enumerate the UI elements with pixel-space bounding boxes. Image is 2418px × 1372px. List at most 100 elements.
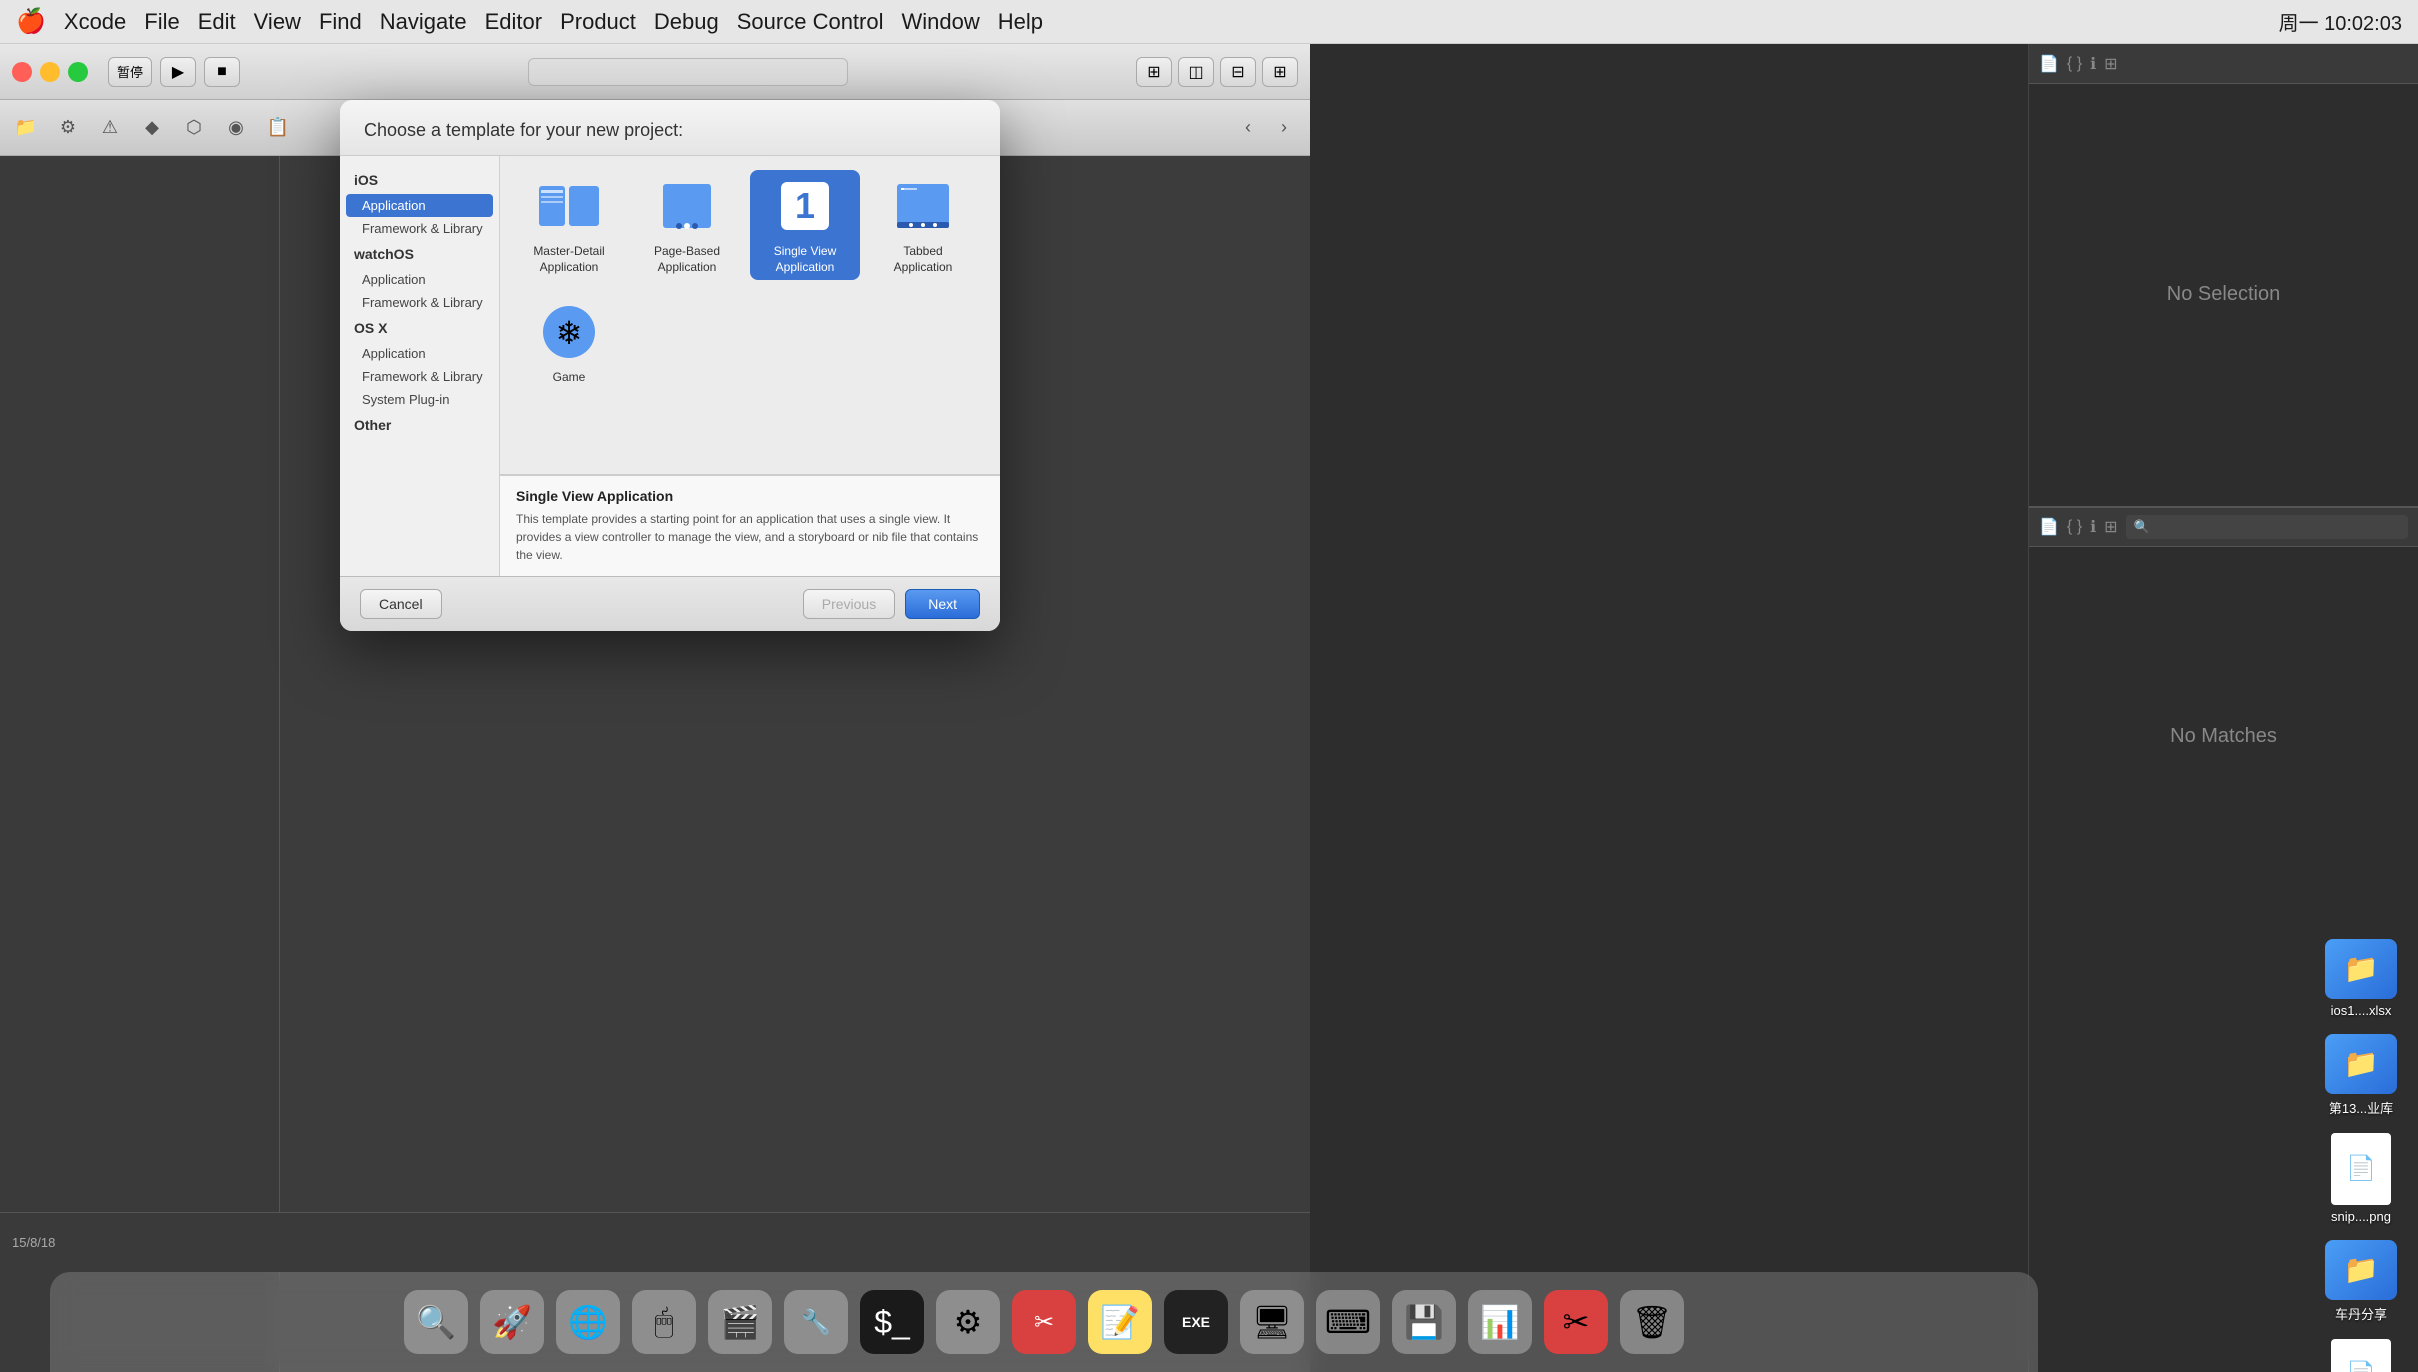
fb-icon-4[interactable]: ⊞ xyxy=(2104,517,2117,537)
desktop-item-2[interactable]: 📁 第13...业库 xyxy=(2316,1034,2406,1117)
template-tabbed[interactable]: Tabbed Application xyxy=(868,170,978,280)
menu-time: 周一 10:02:03 xyxy=(2279,7,2402,36)
category-watchos-application[interactable]: Application xyxy=(340,268,499,291)
category-watchos[interactable]: watchOS xyxy=(340,240,499,268)
scheme-selector[interactable] xyxy=(528,58,848,86)
dock-terminal[interactable]: $_ xyxy=(860,1290,924,1354)
menu-help[interactable]: Help xyxy=(998,9,1043,35)
nav-icon-test[interactable]: ◆ xyxy=(136,112,168,144)
template-dialog: Choose a template for your new project: … xyxy=(340,100,1000,631)
inspector-layout-icon[interactable]: ⊞ xyxy=(2104,54,2117,74)
nav-icon-source[interactable]: ⚙ xyxy=(52,112,84,144)
menu-find[interactable]: Find xyxy=(319,9,362,35)
nav-icon-debug[interactable]: ⬡ xyxy=(178,112,210,144)
inspector-code-icon[interactable]: { } xyxy=(2067,55,2082,73)
category-sidebar: iOS Application Framework & Library watc… xyxy=(340,156,500,576)
menu-product[interactable]: Product xyxy=(560,9,636,35)
fb-icon-3[interactable]: ℹ xyxy=(2090,517,2096,537)
nav-icon-bp[interactable]: ◉ xyxy=(220,112,252,144)
template-grid: Master-Detail Application Page-Based App… xyxy=(500,156,1000,475)
file-browser-toolbar: 📄 { } ℹ ⊞ 🔍 xyxy=(2029,507,2418,547)
template-page-based[interactable]: Page-Based Application xyxy=(632,170,742,280)
category-other[interactable]: Other xyxy=(340,411,499,439)
template-area: Master-Detail Application Page-Based App… xyxy=(500,156,1000,576)
dock-tools[interactable]: 🔧 xyxy=(784,1290,848,1354)
navigator-toggle[interactable]: ⊞ xyxy=(1136,57,1172,87)
dock-finder[interactable]: 🔍 xyxy=(404,1290,468,1354)
master-detail-icon xyxy=(537,174,601,238)
desktop-item-3[interactable]: 📄 snip....png xyxy=(2316,1133,2406,1224)
assistant-toggle[interactable]: ⊟ xyxy=(1220,57,1256,87)
stop-button[interactable]: ■ xyxy=(204,57,240,87)
dock-movie[interactable]: 🎬 xyxy=(708,1290,772,1354)
tabbed-label: Tabbed Application xyxy=(876,244,970,275)
run-button[interactable]: ▶ xyxy=(160,57,196,87)
inspector-info-icon[interactable]: ℹ xyxy=(2090,54,2096,74)
svg-text:❄: ❄ xyxy=(556,315,583,351)
template-single-view[interactable]: 1 Single View Application xyxy=(750,170,860,280)
menu-window[interactable]: Window xyxy=(902,9,980,35)
category-ios-application[interactable]: Application xyxy=(346,194,493,217)
menubar: 🍎 Xcode File Edit View Find Navigate Edi… xyxy=(0,0,2418,44)
no-selection-label: No Selection xyxy=(2167,283,2280,306)
pause-button[interactable]: 暂停 xyxy=(108,57,152,87)
category-ios-framework[interactable]: Framework & Library xyxy=(340,217,499,240)
dock-launchpad[interactable]: 🚀 xyxy=(480,1290,544,1354)
status-bar: 15/8/18 xyxy=(0,1212,1310,1272)
close-button[interactable] xyxy=(12,62,32,82)
menu-source-control[interactable]: Source Control xyxy=(737,9,884,35)
desktop-item-1[interactable]: 📁 ios1....xlsx xyxy=(2316,939,2406,1018)
menu-view[interactable]: View xyxy=(254,9,301,35)
desktop-item-4[interactable]: 📁 车丹分享 xyxy=(2316,1240,2406,1323)
menu-debug[interactable]: Debug xyxy=(654,9,719,35)
dock-xmind[interactable]: ✂ xyxy=(1012,1290,1076,1354)
inspector-file-icon[interactable]: 📄 xyxy=(2039,54,2059,74)
nav-back[interactable]: ‹ xyxy=(1232,112,1264,144)
template-master-detail[interactable]: Master-Detail Application xyxy=(514,170,624,280)
dock-screen[interactable]: 🖥 xyxy=(1240,1290,1304,1354)
left-panel xyxy=(0,156,280,1372)
category-osx-application[interactable]: Application xyxy=(340,342,499,365)
dock-notes[interactable]: 📝 xyxy=(1088,1290,1152,1354)
no-matches-area: No Matches xyxy=(2029,547,2418,927)
category-watchos-framework[interactable]: Framework & Library xyxy=(340,291,499,314)
fb-icon-2[interactable]: { } xyxy=(2067,518,2082,536)
category-osx[interactable]: OS X xyxy=(340,314,499,342)
search-input-area[interactable]: 🔍 xyxy=(2126,515,2408,539)
dock-disk[interactable]: 💾 xyxy=(1392,1290,1456,1354)
template-game[interactable]: ❄ Game xyxy=(514,288,624,398)
dock-exe[interactable]: EXE xyxy=(1164,1290,1228,1354)
cancel-button[interactable]: Cancel xyxy=(360,589,442,619)
minimize-button[interactable] xyxy=(40,62,60,82)
dock-app3[interactable]: ✂ xyxy=(1544,1290,1608,1354)
desktop-item-5[interactable]: 📄 snip....png xyxy=(2316,1339,2406,1372)
maximize-button[interactable] xyxy=(68,62,88,82)
menu-xcode[interactable]: Xcode xyxy=(64,9,126,35)
dock-mouse[interactable]: 🖱 xyxy=(632,1290,696,1354)
debug-toggle[interactable]: ◫ xyxy=(1178,57,1214,87)
menu-edit[interactable]: Edit xyxy=(198,9,236,35)
no-selection-area: No Selection xyxy=(2029,84,2418,507)
menu-editor[interactable]: Editor xyxy=(485,9,542,35)
folder-icon-1: 📁 xyxy=(2325,939,2397,999)
right-panel: 📄 { } ℹ ⊞ No Selection 📄 { } ℹ ⊞ 🔍 No Ma… xyxy=(2028,44,2418,1372)
dock-app2[interactable]: 📊 xyxy=(1468,1290,1532,1354)
inspector-toggle[interactable]: ⊞ xyxy=(1262,57,1298,87)
menu-file[interactable]: File xyxy=(144,9,179,35)
fb-icon-1[interactable]: 📄 xyxy=(2039,517,2059,537)
dock-kb[interactable]: ⌨ xyxy=(1316,1290,1380,1354)
menu-navigate[interactable]: Navigate xyxy=(380,9,467,35)
nav-icon-report[interactable]: 📋 xyxy=(262,112,294,144)
category-osx-framework[interactable]: Framework & Library xyxy=(340,365,499,388)
dock-settings[interactable]: ⚙ xyxy=(936,1290,1000,1354)
nav-icon-folder[interactable]: 📁 xyxy=(10,112,42,144)
category-ios[interactable]: iOS xyxy=(340,166,499,194)
dock-safari[interactable]: 🌐 xyxy=(556,1290,620,1354)
nav-icon-warning[interactable]: ⚠ xyxy=(94,112,126,144)
dock-trash[interactable]: 🗑 xyxy=(1620,1290,1684,1354)
apple-menu[interactable]: 🍎 xyxy=(16,7,46,36)
next-button[interactable]: Next xyxy=(905,589,980,619)
nav-forward[interactable]: › xyxy=(1268,112,1300,144)
previous-button[interactable]: Previous xyxy=(803,589,895,619)
category-osx-plugin[interactable]: System Plug-in xyxy=(340,388,499,411)
